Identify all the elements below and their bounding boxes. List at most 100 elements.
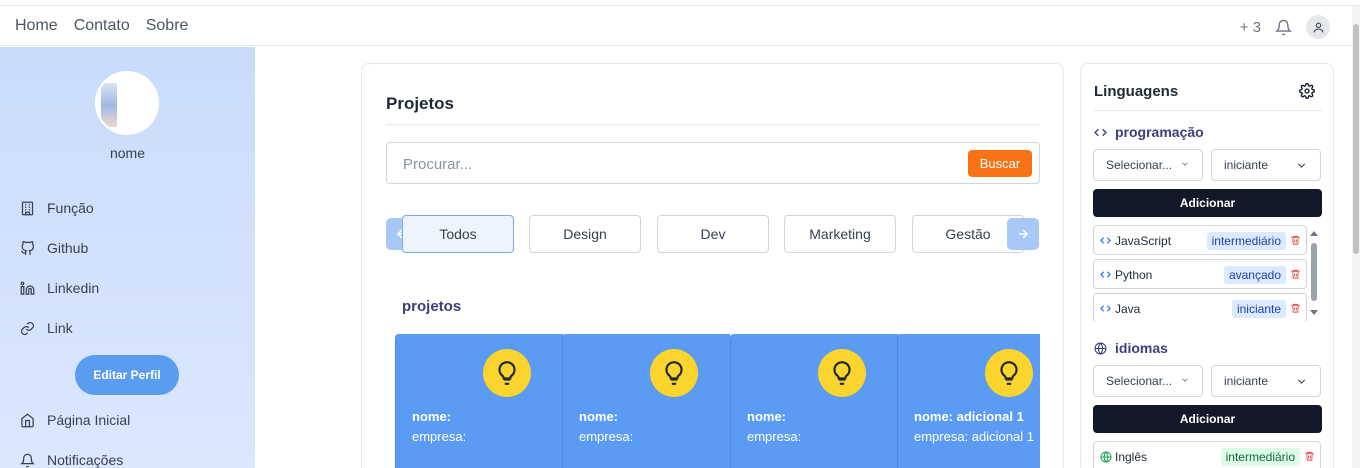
scrollbar-thumb[interactable] — [1311, 243, 1317, 301]
top-navbar: Home Contato Sobre + 3 — [0, 7, 1352, 46]
search-box: Buscar — [386, 142, 1040, 184]
user-avatar[interactable] — [1306, 15, 1330, 39]
sidebar-item-label: Github — [47, 240, 89, 256]
programming-label: programação — [1115, 124, 1204, 140]
project-company: empresa: — [412, 429, 467, 444]
trash-icon[interactable] — [1290, 268, 1301, 280]
project-company: empresa: — [747, 429, 802, 444]
languages-title: Linguagens — [1094, 83, 1179, 100]
nav-links: Home Contato Sobre — [15, 17, 188, 35]
list-item: Java iniciante — [1093, 293, 1307, 321]
notification-count: + 3 — [1239, 18, 1261, 36]
code-icon — [1100, 237, 1111, 244]
level-badge: avançado — [1223, 266, 1286, 284]
add-idioma-button[interactable]: Adicionar — [1093, 405, 1322, 433]
tab-design[interactable]: Design — [529, 215, 641, 253]
project-name: nome: — [412, 409, 451, 424]
page-title: Projetos — [386, 94, 455, 113]
globe-icon — [1100, 451, 1112, 463]
sidebar-item-funcao[interactable]: Função — [20, 200, 94, 216]
globe-icon — [1094, 342, 1107, 354]
programming-language-select[interactable]: Selecionar... — [1093, 149, 1203, 181]
level-badge: iniciante — [1231, 300, 1286, 318]
bell-icon — [20, 453, 35, 467]
sidebar-item-label: Link — [47, 320, 73, 336]
sidebar-item-home[interactable]: Página Inicial — [20, 412, 130, 428]
link-icon — [20, 321, 35, 335]
project-name: nome: adicional 1 — [914, 409, 1024, 424]
sidebar-item-notifications[interactable]: Notificações — [20, 452, 123, 468]
list-item: Inglês intermediário — [1093, 441, 1321, 468]
nav-link-sobre[interactable]: Sobre — [146, 17, 189, 35]
edit-profile-button[interactable]: Editar Perfil — [75, 355, 179, 395]
building-icon — [21, 201, 34, 215]
trash-icon[interactable] — [1290, 234, 1301, 246]
level-badge: intermediário — [1220, 448, 1300, 466]
project-card[interactable]: nome: empresa: — [395, 334, 563, 468]
home-icon — [21, 412, 34, 427]
code-icon — [1100, 305, 1111, 312]
lightbulb-icon — [650, 349, 698, 397]
language-name: Inglês — [1115, 450, 1148, 464]
projects-carousel: nome: empresa: nome: empresa: nome: empr… — [395, 334, 1040, 468]
search-button[interactable]: Buscar — [968, 150, 1032, 177]
gear-icon[interactable] — [1299, 83, 1315, 99]
idioma-level-select[interactable]: iniciante — [1211, 365, 1321, 397]
project-company: empresa: — [579, 429, 634, 444]
sidebar-item-label: Página Inicial — [47, 412, 131, 428]
add-programming-button[interactable]: Adicionar — [1093, 189, 1322, 217]
tab-marketing[interactable]: Marketing — [784, 215, 896, 253]
select-value: Selecionar... — [1106, 374, 1173, 388]
sidebar-item-linkedin[interactable]: Linkedin — [20, 280, 99, 296]
arrow-right-icon — [1018, 229, 1029, 239]
language-name: Python — [1115, 268, 1153, 282]
project-name: nome: — [579, 409, 618, 424]
idiomas-label: idiomas — [1115, 340, 1168, 356]
nav-link-contato[interactable]: Contato — [74, 17, 130, 35]
bell-icon[interactable] — [1275, 19, 1292, 36]
profile-sidebar: nome Função Github Linkedin Link Editar … — [0, 47, 255, 468]
programming-level-select[interactable]: iniciante — [1211, 149, 1321, 181]
idiomas-section-label: idiomas — [1094, 340, 1168, 356]
project-card[interactable]: nome: adicional 1 empresa: adicional 1 — [897, 334, 1040, 468]
nav-right: + 3 — [1240, 15, 1330, 39]
idioma-select[interactable]: Selecionar... — [1093, 365, 1203, 397]
chevron-down-icon — [1297, 163, 1306, 168]
chevron-down-icon — [1182, 378, 1188, 382]
scroll-up-icon[interactable] — [1310, 230, 1318, 236]
page-scrollbar[interactable] — [1352, 6, 1360, 468]
level-badge: intermediário — [1206, 232, 1286, 250]
sidebar-item-link[interactable]: Link — [20, 320, 73, 336]
trash-icon[interactable] — [1290, 302, 1301, 314]
programming-list: JavaScript intermediário Python avançado… — [1093, 225, 1309, 321]
list-item: JavaScript intermediário — [1093, 225, 1307, 255]
project-card[interactable]: nome: empresa: — [730, 334, 898, 468]
languages-panel: Linguagens programação Selecionar... ini… — [1080, 63, 1334, 468]
projects-card: Projetos Buscar Todos Design Dev Marketi… — [361, 63, 1064, 468]
language-name: JavaScript — [1115, 234, 1172, 248]
tab-dev[interactable]: Dev — [657, 215, 769, 253]
user-icon — [1313, 22, 1323, 32]
scroll-down-icon[interactable] — [1310, 310, 1318, 316]
top-border — [0, 0, 1360, 6]
code-icon — [1094, 128, 1107, 136]
programming-list-scrollbar[interactable] — [1310, 230, 1318, 318]
chevron-down-icon — [1297, 379, 1306, 384]
profile-name: nome — [109, 145, 146, 161]
lightbulb-icon — [483, 349, 531, 397]
lightbulb-icon — [818, 349, 866, 397]
linkedin-icon — [20, 281, 35, 295]
nav-link-home[interactable]: Home — [15, 17, 58, 35]
tab-todos[interactable]: Todos — [402, 215, 514, 253]
project-card[interactable]: nome: empresa: — [562, 334, 730, 468]
lightbulb-icon — [985, 349, 1033, 397]
chevron-down-icon — [1182, 162, 1188, 166]
programming-section-label: programação — [1094, 124, 1204, 140]
language-name: Java — [1115, 302, 1141, 316]
sidebar-item-github[interactable]: Github — [20, 240, 88, 256]
page-scrollbar-thumb[interactable] — [1353, 24, 1359, 254]
search-input[interactable] — [403, 153, 943, 175]
trash-icon[interactable] — [1304, 450, 1315, 462]
scroll-right-button[interactable] — [1007, 218, 1039, 250]
select-value: iniciante — [1224, 374, 1269, 388]
